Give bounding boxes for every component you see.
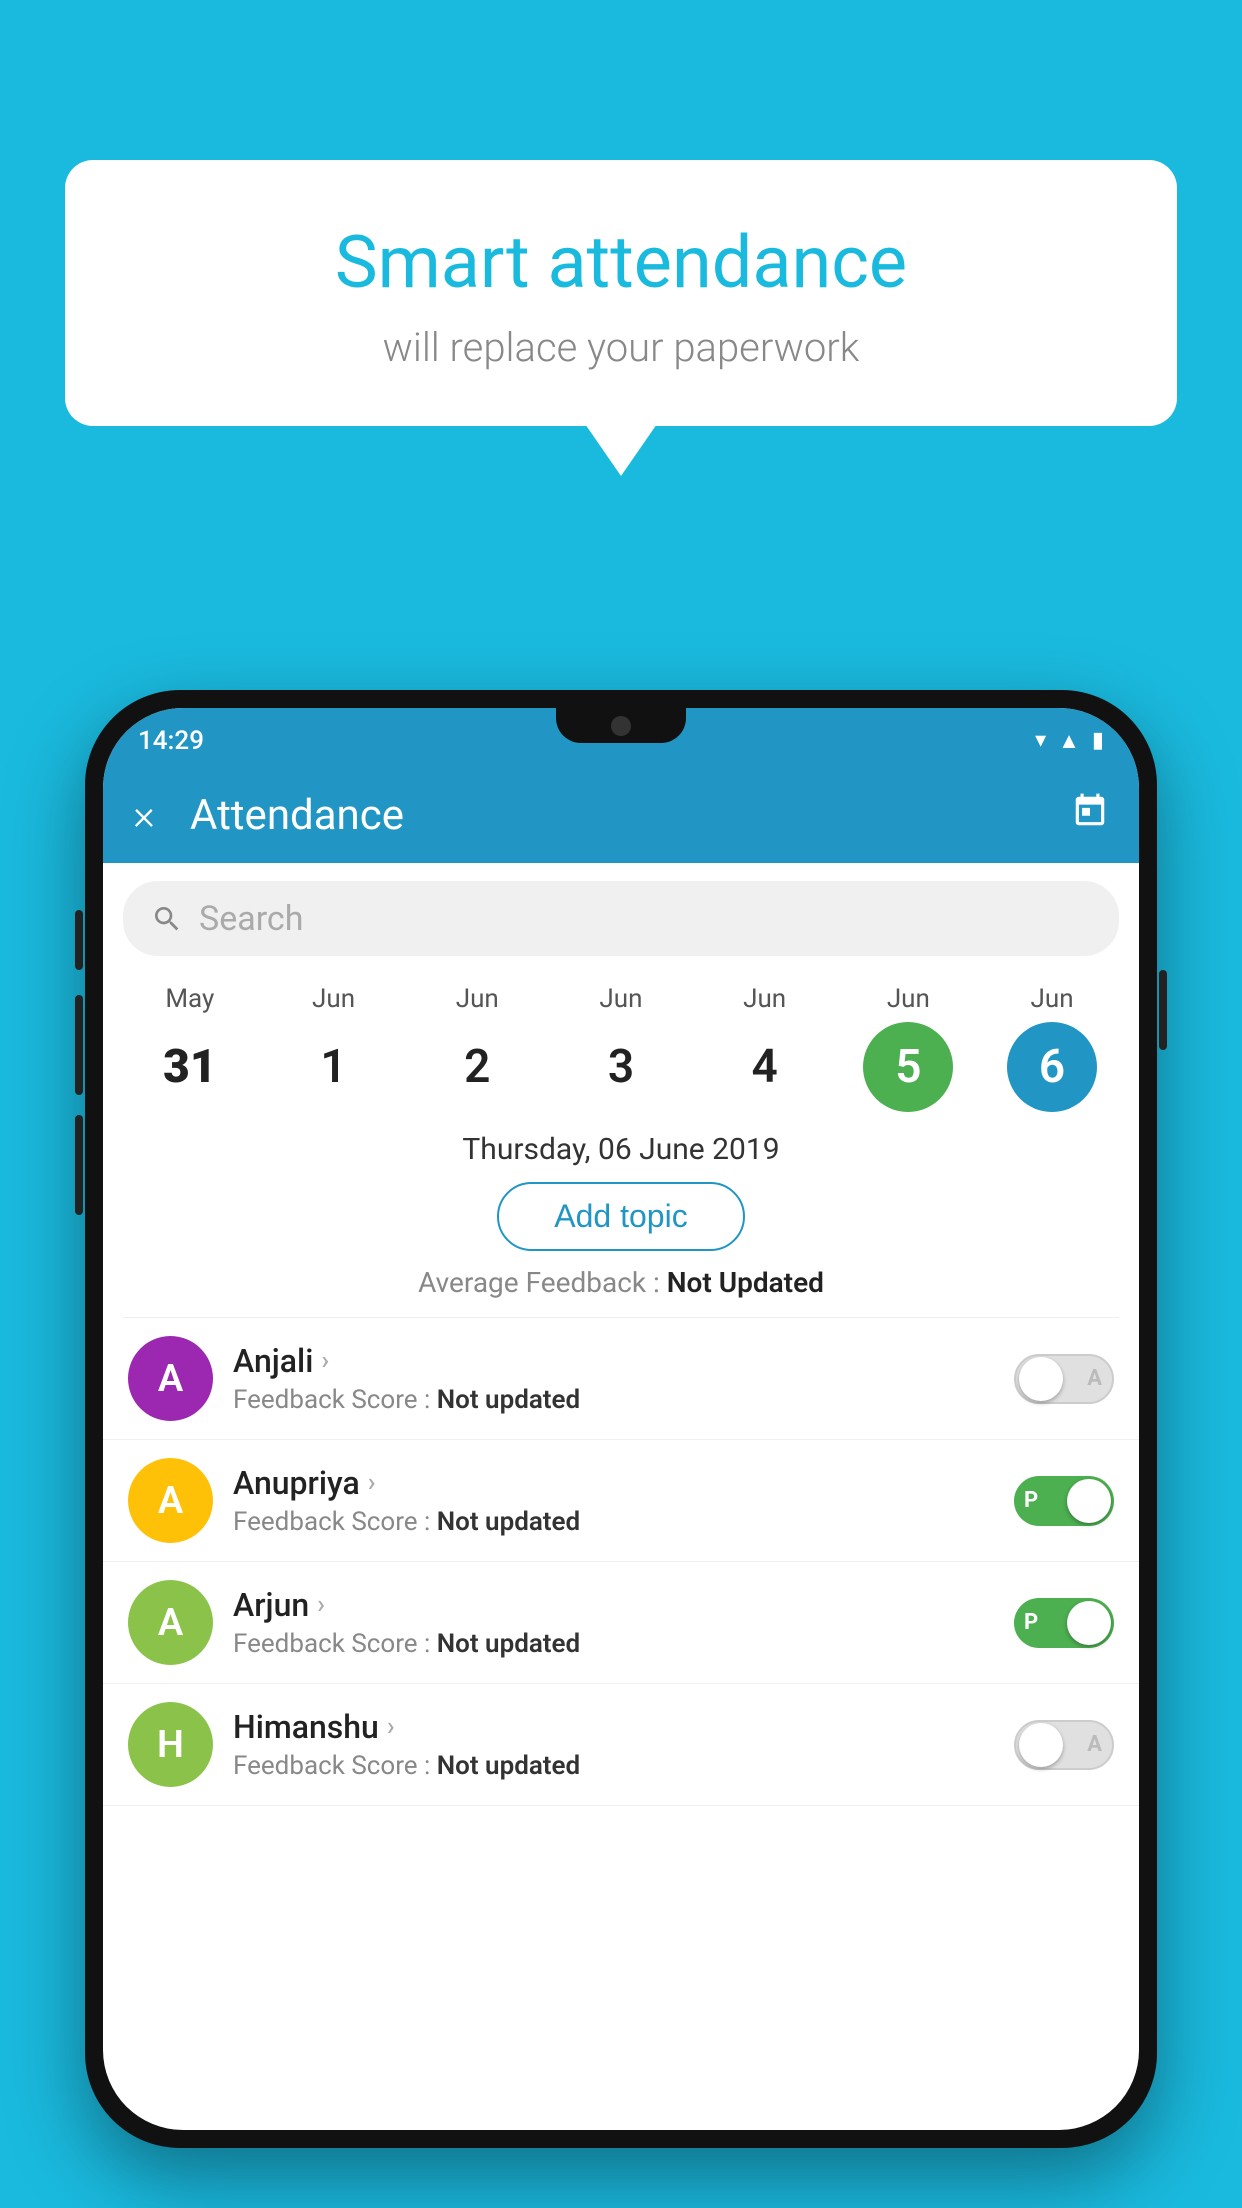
attendance-toggle[interactable]: A [1014,1720,1114,1770]
volume-up-button [75,995,83,1095]
toggle-label: A [1087,1366,1102,1391]
speech-bubble: Smart attendance will replace your paper… [65,160,1177,426]
student-info: Himanshu › Feedback Score : Not updated [233,1708,994,1781]
app-bar: × Attendance [103,768,1139,863]
student-item: A Anjali › Feedback Score : Not updated A [103,1318,1139,1440]
student-name[interactable]: Arjun › [233,1586,994,1624]
day-number-label: 5 [863,1022,953,1112]
app-title: Attendance [180,791,1046,840]
mute-button [75,910,83,970]
student-name[interactable]: Himanshu › [233,1708,994,1746]
avatar: A [128,1458,213,1543]
avatar: A [128,1336,213,1421]
toggle-label: P [1024,1488,1038,1513]
day-month-label: Jun [456,984,499,1014]
student-info: Arjun › Feedback Score : Not updated [233,1586,994,1659]
selected-date-label: Thursday, 06 June 2019 [103,1127,1139,1182]
student-name[interactable]: Anjali › [233,1342,994,1380]
toggle-circle [1019,1357,1063,1401]
calendar-day-3[interactable]: Jun 3 [571,984,671,1112]
feedback-value: Not updated [437,1385,580,1415]
calendar-day-2[interactable]: Jun 2 [427,984,527,1112]
feedback-value: Not updated [437,1507,580,1537]
day-month-label: Jun [743,984,786,1014]
student-feedback: Feedback Score : Not updated [233,1507,994,1537]
day-number-label: 31 [145,1022,235,1112]
chevron-icon: › [317,1590,325,1620]
calendar-day-1[interactable]: Jun 1 [284,984,384,1112]
student-item: H Himanshu › Feedback Score : Not updated A [103,1684,1139,1806]
chevron-icon: › [387,1712,395,1742]
phone-notch [556,708,686,743]
day-month-label: May [165,984,214,1014]
student-feedback: Feedback Score : Not updated [233,1629,994,1659]
calendar-day-6[interactable]: Jun 6 [1002,984,1102,1112]
day-month-label: Jun [599,984,642,1014]
student-info: Anjali › Feedback Score : Not updated [233,1342,994,1415]
wifi-icon: ▾ [1035,728,1046,753]
chevron-icon: › [368,1468,376,1498]
avatar: A [128,1580,213,1665]
day-month-label: Jun [887,984,930,1014]
attendance-toggle[interactable]: P [1014,1598,1114,1648]
close-button[interactable]: × [133,791,155,840]
day-month-label: Jun [1031,984,1074,1014]
chevron-icon: › [321,1346,329,1376]
status-icons: ▾ ▲ ▮ [1035,728,1104,754]
attendance-toggle[interactable]: A [1014,1354,1114,1404]
day-number-label: 6 [1007,1022,1097,1112]
feedback-value: Not updated [437,1629,580,1659]
toggle-circle [1019,1723,1063,1767]
search-icon [151,903,183,935]
calendar-day-4[interactable]: Jun 4 [715,984,815,1112]
speech-bubble-title: Smart attendance [115,220,1127,306]
volume-down-button [75,1115,83,1215]
student-name[interactable]: Anupriya › [233,1464,994,1502]
toggle-label: P [1024,1610,1038,1635]
day-number-label: 2 [432,1022,522,1112]
student-info: Anupriya › Feedback Score : Not updated [233,1464,994,1537]
calendar-strip: May 31 Jun 1 Jun 2 Jun 3 Jun 4 Jun 5 Jun 6 [103,974,1139,1127]
calendar-day-31[interactable]: May 31 [140,984,240,1112]
add-topic-button[interactable]: Add topic [497,1182,744,1251]
signal-icon: ▲ [1058,728,1080,754]
speech-bubble-subtitle: will replace your paperwork [115,324,1127,371]
avg-feedback-value: Not Updated [667,1266,824,1299]
day-number-label: 4 [720,1022,810,1112]
avg-feedback-label: Average Feedback : [418,1266,667,1299]
student-item: A Anupriya › Feedback Score : Not updated P [103,1440,1139,1562]
calendar-icon[interactable] [1071,792,1109,840]
status-time: 14:29 [138,726,204,756]
day-month-label: Jun [312,984,355,1014]
avatar: H [128,1702,213,1787]
day-number-label: 1 [289,1022,379,1112]
calendar-day-5[interactable]: Jun 5 [858,984,958,1112]
battery-icon: ▮ [1092,728,1104,753]
average-feedback: Average Feedback : Not Updated [103,1266,1139,1299]
front-camera [611,716,631,736]
day-number-label: 3 [576,1022,666,1112]
search-bar[interactable]: Search [123,881,1119,956]
student-feedback: Feedback Score : Not updated [233,1751,994,1781]
attendance-toggle[interactable]: P [1014,1476,1114,1526]
toggle-label: A [1087,1732,1102,1757]
power-button [1159,970,1167,1050]
phone-screen: 14:29 ▾ ▲ ▮ × Attendance Search [103,708,1139,2130]
student-feedback: Feedback Score : Not updated [233,1385,994,1415]
student-list: AAnjali ›Feedback Score : Not updatedAAA… [103,1318,1139,1806]
feedback-value: Not updated [437,1751,580,1781]
toggle-circle [1067,1479,1111,1523]
student-item: A Arjun › Feedback Score : Not updated P [103,1562,1139,1684]
phone-mockup: 14:29 ▾ ▲ ▮ × Attendance Search [85,690,1157,2148]
toggle-circle [1067,1601,1111,1645]
search-placeholder: Search [199,899,303,939]
